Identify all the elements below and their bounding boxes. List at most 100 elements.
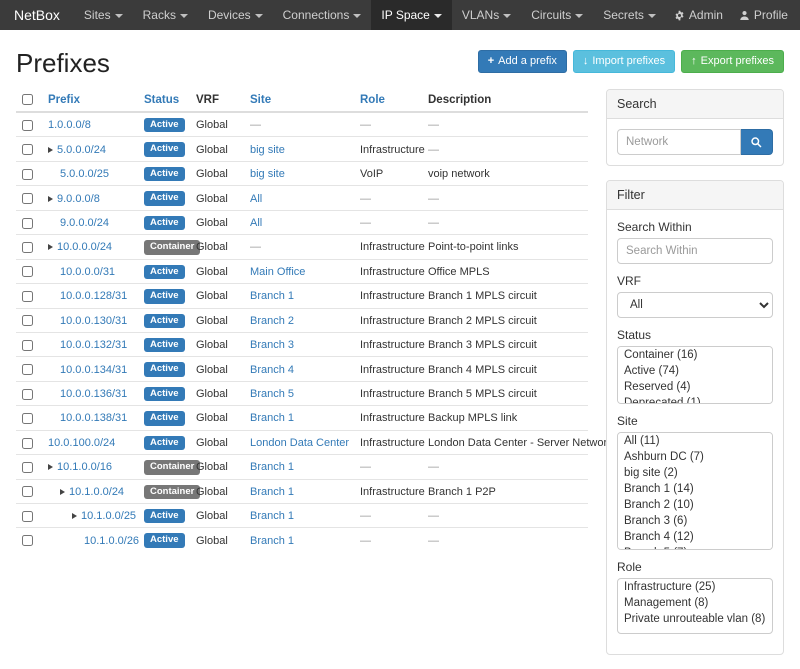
site-option[interactable]: All (11)	[618, 433, 772, 449]
expand-arrow-icon[interactable]	[48, 196, 53, 202]
site-option[interactable]: big site (2)	[618, 465, 772, 481]
site-link[interactable]: Branch 5	[250, 388, 294, 400]
row-checkbox[interactable]	[22, 169, 33, 180]
row-checkbox[interactable]	[22, 364, 33, 375]
site-link[interactable]: Main Office	[250, 266, 305, 278]
role-option[interactable]: Management (8)	[618, 595, 772, 611]
prefix-link[interactable]: 10.1.0.0/25	[81, 510, 136, 522]
row-checkbox[interactable]	[22, 340, 33, 351]
site-link[interactable]: Branch 1	[250, 412, 294, 424]
prefix-link[interactable]: 9.0.0.0/24	[60, 217, 109, 229]
row-checkbox[interactable]	[22, 511, 33, 522]
expand-arrow-icon[interactable]	[72, 513, 77, 519]
nav-item-connections[interactable]: Connections	[273, 0, 372, 30]
add-a-prefix-button[interactable]: +Add a prefix	[478, 50, 567, 73]
expand-arrow-icon[interactable]	[60, 489, 65, 495]
site-option[interactable]: Branch 5 (7)	[618, 545, 772, 550]
role-multiselect[interactable]: Infrastructure (25)Management (8)Private…	[617, 578, 773, 634]
status-option[interactable]: Deprecated (1)	[618, 395, 772, 404]
site-link[interactable]: Branch 1	[250, 535, 294, 547]
site-option[interactable]: Branch 4 (12)	[618, 529, 772, 545]
search-within-input[interactable]	[617, 238, 773, 264]
nav-item-ip-space[interactable]: IP Space	[371, 0, 451, 30]
nav-item-secrets[interactable]: Secrets	[593, 0, 666, 30]
site-link[interactable]: Branch 1	[250, 290, 294, 302]
nav-item-racks[interactable]: Racks	[133, 0, 198, 30]
site-link[interactable]: Branch 4	[250, 364, 294, 376]
column-header-site[interactable]: Site	[244, 89, 354, 112]
site-link[interactable]: All	[250, 193, 262, 205]
column-header-role[interactable]: Role	[354, 89, 422, 112]
prefix-link[interactable]: 5.0.0.0/24	[57, 144, 106, 156]
prefix-link[interactable]: 10.0.0.0/24	[57, 241, 112, 253]
prefix-link[interactable]: 10.0.0.136/31	[60, 388, 127, 400]
row-checkbox[interactable]	[22, 486, 33, 497]
site-option[interactable]: Branch 3 (6)	[618, 513, 772, 529]
vrf-select[interactable]: All	[617, 292, 773, 318]
site-link[interactable]: Branch 3	[250, 339, 294, 351]
site-option[interactable]: Branch 1 (14)	[618, 481, 772, 497]
site-option[interactable]: Ashburn DC (7)	[618, 449, 772, 465]
prefix-link[interactable]: 10.0.0.138/31	[60, 412, 127, 424]
prefix-link[interactable]: 10.1.0.0/24	[69, 486, 124, 498]
row-checkbox[interactable]	[22, 315, 33, 326]
select-all-checkbox[interactable]	[22, 94, 33, 105]
status-multiselect[interactable]: Container (16)Active (74)Reserved (4)Dep…	[617, 346, 773, 404]
row-checkbox[interactable]	[22, 462, 33, 473]
site-multiselect[interactable]: All (11)Ashburn DC (7)big site (2)Branch…	[617, 432, 773, 550]
search-input[interactable]	[617, 129, 741, 155]
expand-arrow-icon[interactable]	[48, 464, 53, 470]
status-option[interactable]: Reserved (4)	[618, 379, 772, 395]
row-checkbox[interactable]	[22, 535, 33, 546]
row-checkbox[interactable]	[22, 438, 33, 449]
prefix-link[interactable]: 10.0.0.130/31	[60, 315, 127, 327]
prefix-link[interactable]: 10.0.0.134/31	[60, 364, 127, 376]
import-prefixes-button[interactable]: ↓Import prefixes	[573, 50, 675, 73]
expand-arrow-icon[interactable]	[48, 147, 53, 153]
prefix-link[interactable]: 10.0.0.0/31	[60, 266, 115, 278]
import-icon: ↓	[583, 55, 589, 68]
search-button[interactable]	[741, 129, 773, 155]
role-option[interactable]: Private unrouteable vlan (8)	[618, 611, 772, 627]
row-checkbox[interactable]	[22, 218, 33, 229]
row-checkbox[interactable]	[22, 266, 33, 277]
prefix-link[interactable]: 10.0.100.0/24	[48, 437, 115, 449]
nav-item-sites[interactable]: Sites	[74, 0, 133, 30]
role-option[interactable]: Infrastructure (25)	[618, 579, 772, 595]
row-checkbox[interactable]	[22, 120, 33, 131]
user-menu-profile[interactable]: Profile	[731, 0, 796, 30]
site-link[interactable]: Branch 2	[250, 315, 294, 327]
row-checkbox[interactable]	[22, 144, 33, 155]
prefix-link[interactable]: 9.0.0.0/8	[57, 193, 100, 205]
brand-netbox[interactable]: NetBox	[0, 0, 74, 30]
site-link[interactable]: All	[250, 217, 262, 229]
status-option[interactable]: Active (74)	[618, 363, 772, 379]
row-checkbox[interactable]	[22, 193, 33, 204]
prefix-link[interactable]: 10.0.0.132/31	[60, 339, 127, 351]
row-checkbox[interactable]	[22, 413, 33, 424]
status-option[interactable]: Container (16)	[618, 347, 772, 363]
expand-arrow-icon[interactable]	[48, 244, 53, 250]
prefix-link[interactable]: 5.0.0.0/25	[60, 168, 109, 180]
export-prefixes-button[interactable]: ↑Export prefixes	[681, 50, 784, 73]
user-menu-log-out[interactable]: Log out	[796, 0, 800, 30]
row-checkbox[interactable]	[22, 291, 33, 302]
site-link[interactable]: Branch 1	[250, 510, 294, 522]
prefix-link[interactable]: 10.1.0.0/16	[57, 461, 112, 473]
site-link[interactable]: Branch 1	[250, 486, 294, 498]
site-link[interactable]: big site	[250, 168, 285, 180]
nav-item-vlans[interactable]: VLANs	[452, 0, 521, 30]
prefix-link[interactable]: 10.0.0.128/31	[60, 290, 127, 302]
user-menu-admin[interactable]: Admin	[666, 0, 731, 30]
site-link[interactable]: big site	[250, 144, 285, 156]
nav-item-circuits[interactable]: Circuits	[521, 0, 593, 30]
prefix-link[interactable]: 10.1.0.0/26	[84, 535, 139, 547]
row-checkbox[interactable]	[22, 242, 33, 253]
nav-item-devices[interactable]: Devices	[198, 0, 273, 30]
site-link[interactable]: Branch 1	[250, 461, 294, 473]
row-checkbox[interactable]	[22, 389, 33, 400]
prefix-link[interactable]: 1.0.0.0/8	[48, 119, 91, 131]
column-header-status[interactable]: Status	[138, 89, 190, 112]
column-header-prefix[interactable]: Prefix	[42, 89, 138, 112]
site-link[interactable]: London Data Center	[250, 437, 349, 449]
